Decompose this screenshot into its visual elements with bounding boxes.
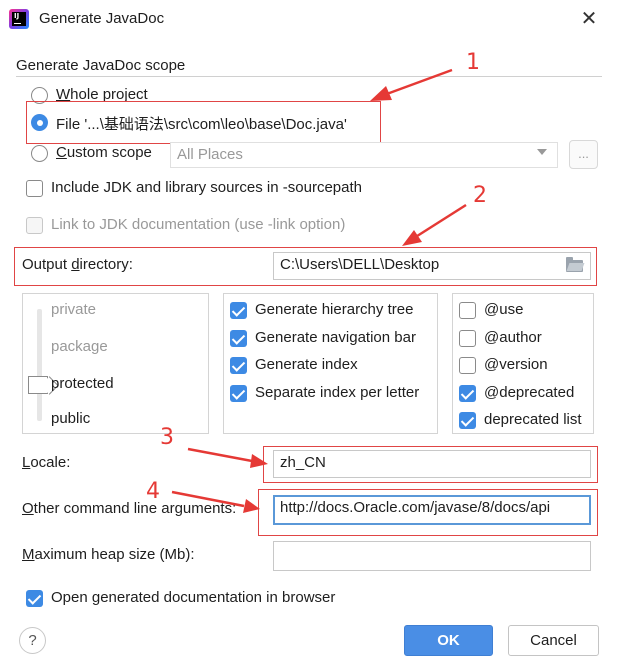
annotation-arrow-2 <box>402 203 467 246</box>
annotation-arrow-1 <box>370 68 453 101</box>
annotation-arrow-3 <box>187 447 268 468</box>
annotation-arrow-4 <box>171 490 260 513</box>
annotation-arrows <box>171 68 467 513</box>
